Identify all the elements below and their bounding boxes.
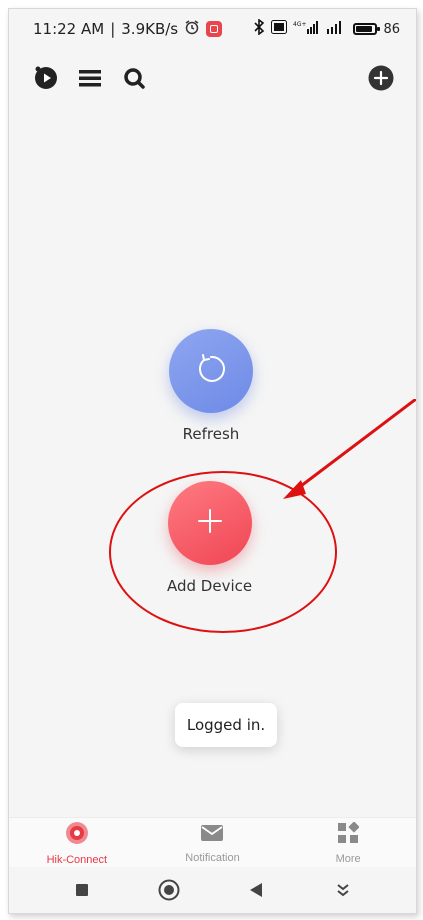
play-icon[interactable] — [33, 65, 59, 91]
toast-message: Logged in. — [175, 703, 277, 747]
refresh-group: Refresh — [169, 329, 253, 443]
phone-screen: 11:22 AM | 3.9KB/s 4G+ 86 Refresh Add De… — [8, 8, 417, 914]
add-device-label: Add Device — [167, 577, 253, 595]
tab-label: Hik-Connect — [46, 853, 108, 866]
tab-hik-connect[interactable]: Hik-Connect — [22, 821, 132, 866]
signal-4g-icon: 4G+ — [293, 20, 319, 38]
refresh-button[interactable] — [169, 329, 253, 413]
battery-icon — [353, 23, 381, 35]
refresh-icon — [194, 352, 228, 391]
app-notification-icon — [206, 21, 223, 37]
toast-text: Logged in. — [186, 716, 266, 734]
status-left: 11:22 AM | 3.9KB/s — [33, 19, 223, 39]
top-toolbar — [9, 57, 416, 99]
system-nav-bar — [9, 867, 416, 913]
tab-notification[interactable]: Notification — [157, 823, 267, 864]
alarm-icon — [184, 19, 200, 39]
svg-text:4G+: 4G+ — [293, 21, 307, 28]
recents-icon[interactable] — [67, 875, 97, 905]
plus-icon — [195, 506, 225, 541]
add-circle-icon[interactable] — [368, 65, 394, 91]
list-icon[interactable] — [77, 65, 103, 91]
tab-more[interactable]: More — [293, 820, 403, 865]
add-device-button[interactable] — [167, 481, 252, 565]
bluetooth-icon — [253, 18, 265, 39]
envelope-icon — [200, 823, 224, 848]
volte-icon — [271, 20, 288, 38]
status-bar: 11:22 AM | 3.9KB/s 4G+ 86 — [9, 9, 416, 49]
battery-level: 86 — [383, 21, 400, 37]
toolbar-left-group — [33, 65, 147, 91]
back-icon[interactable] — [241, 875, 271, 905]
status-right: 4G+ 86 — [253, 18, 400, 39]
bottom-tab-bar: Hik-Connect Notification More — [9, 817, 416, 868]
tab-label: Notification — [185, 851, 240, 864]
signal-icon — [325, 20, 347, 38]
add-device-group: Add Device — [167, 481, 252, 595]
annotation-arrow — [283, 399, 416, 499]
hik-connect-icon — [65, 821, 89, 850]
search-icon[interactable] — [121, 65, 147, 91]
tab-label: More — [335, 852, 361, 865]
network-speed: 3.9KB/s — [121, 20, 179, 38]
refresh-label: Refresh — [182, 425, 240, 443]
status-time: 11:22 AM — [33, 20, 105, 38]
menu-down-icon[interactable] — [328, 875, 358, 905]
home-icon[interactable] — [154, 875, 184, 905]
grid-icon — [337, 820, 360, 849]
